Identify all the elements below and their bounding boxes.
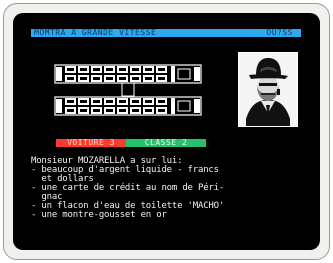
description-line: - une montre-gousset en or — [31, 210, 167, 220]
compartment-seat-gap — [93, 77, 100, 80]
compartment-seat-gap — [145, 100, 152, 103]
compartment-seat-gap — [106, 77, 113, 80]
compartment-seat-gap — [67, 68, 74, 71]
compartment-seat-gap — [158, 109, 165, 112]
car-number-badge: VOITURE 3 — [56, 138, 126, 147]
compartment-seat-gap — [80, 77, 87, 80]
compartment-seat-gap — [80, 68, 87, 71]
title-bar: MOMTRA A GRANDE VITESSE OU?SS — [31, 28, 301, 37]
title-right-code: OU?SS — [266, 28, 293, 37]
compartment-seat-gap — [67, 109, 74, 112]
compartment-seat-gap — [93, 109, 100, 112]
compartment-seat-gap — [80, 100, 87, 103]
compartment-seat-gap — [145, 68, 152, 71]
compartment-seat-gap — [145, 109, 152, 112]
suspect-portrait — [238, 52, 298, 127]
class-badge: CLASSE 2 — [126, 138, 206, 147]
compartment-seat-gap — [132, 68, 139, 71]
compartment-seat-gap — [132, 77, 139, 80]
compartment-seat-gap — [158, 77, 165, 80]
compartment-seat-gap — [158, 68, 165, 71]
compartment-seat-gap — [158, 100, 165, 103]
compartment-seat-gap — [145, 77, 152, 80]
car-end-door — [56, 67, 62, 81]
description-line: - une carte de crédit au nom de Péri- — [31, 183, 225, 193]
toilet-cabin — [177, 68, 191, 80]
compartment-seat-gap — [67, 100, 74, 103]
compartment-seat-gap — [93, 68, 100, 71]
class-label: CLASSE 2 — [144, 138, 188, 147]
compartment-seat-gap — [119, 109, 126, 112]
train-car-diagram — [54, 64, 202, 116]
vestibule-wall — [171, 66, 175, 82]
game-screen: MOMTRA A GRANDE VITESSE OU?SS VOITURE 3 … — [13, 13, 320, 250]
compartment-seat-gap — [132, 100, 139, 103]
car-end-door — [194, 99, 200, 113]
car-coupling — [121, 82, 135, 97]
car-end-door — [194, 67, 200, 81]
compartment-seat-gap — [67, 77, 74, 80]
game-title: MOMTRA A GRANDE VITESSE — [34, 28, 157, 37]
compartment-seat-gap — [119, 77, 126, 80]
compartment-seat-gap — [80, 109, 87, 112]
toilet-cabin — [177, 100, 191, 112]
compartment-seat-gap — [119, 68, 126, 71]
compartment-seat-gap — [132, 109, 139, 112]
car-end-door — [56, 99, 62, 113]
compartment-seat-gap — [106, 100, 113, 103]
detective-portrait-icon — [239, 53, 297, 126]
compartment-seat-gap — [106, 109, 113, 112]
compartment-seat-gap — [119, 100, 126, 103]
suspect-description: Monsieur MOZARELLA a sur lui: - beaucoup… — [31, 157, 311, 220]
compartment-seat-gap — [93, 100, 100, 103]
car-number-label: VOITURE 3 — [67, 138, 115, 147]
vestibule-wall — [171, 98, 175, 114]
compartment-seat-gap — [106, 68, 113, 71]
